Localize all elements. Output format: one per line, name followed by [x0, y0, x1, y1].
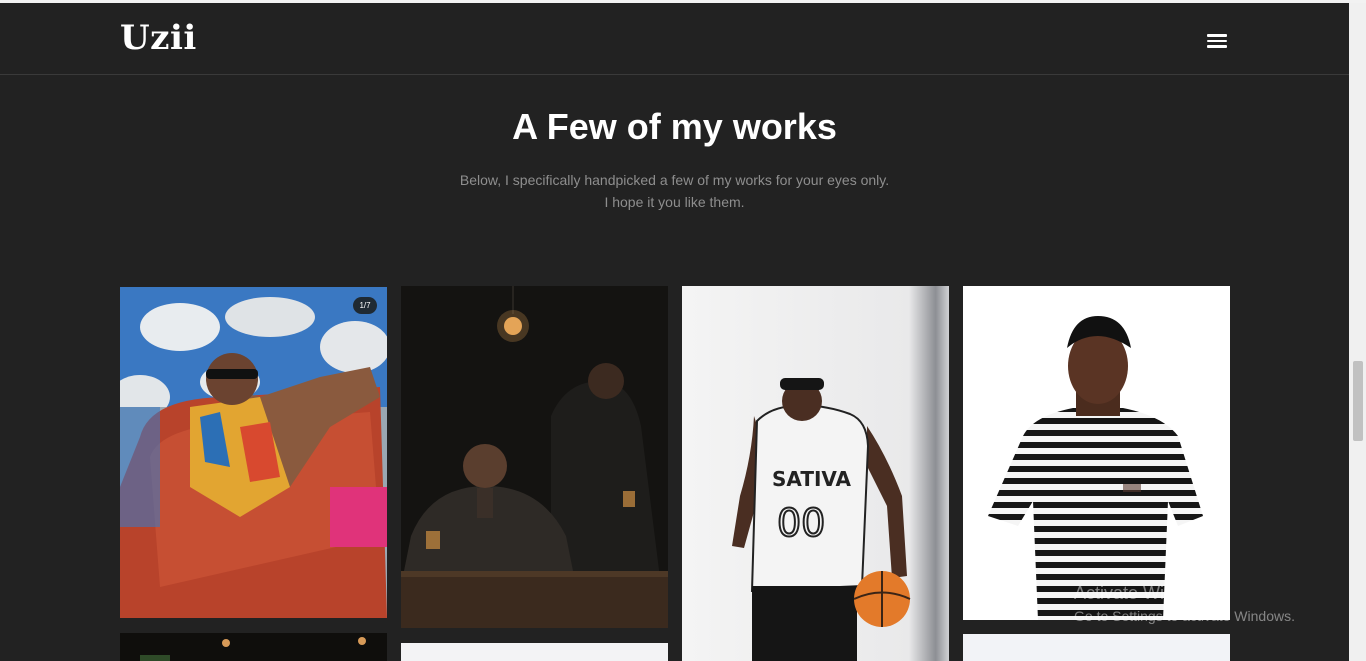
vertical-scrollbar[interactable]	[1349, 3, 1366, 661]
hamburger-menu-icon[interactable]	[1204, 31, 1230, 55]
windows-activation-text: Go to Settings to activate Windows.	[1074, 608, 1295, 624]
site-logo[interactable]: Uzii	[120, 21, 197, 55]
slide-counter-badge: 1/7	[353, 297, 377, 314]
section-subtitle-line2: I hope it you like them.	[604, 194, 745, 210]
gallery-photo-armchair	[120, 287, 387, 618]
gallery-item-5[interactable]	[120, 633, 387, 661]
section-title: A Few of my works	[512, 106, 837, 147]
gallery-item-6[interactable]	[401, 643, 668, 661]
navbar: Uzii	[0, 3, 1349, 75]
gallery-item-8[interactable]	[963, 634, 1230, 661]
svg-text:SATIVA: SATIVA	[772, 467, 852, 491]
gallery-item-4[interactable]	[963, 286, 1230, 620]
scrollbar-thumb[interactable]	[1353, 361, 1363, 441]
gallery-photo-peek-4	[963, 634, 1230, 661]
windows-activation-title: Activate Windows	[1074, 583, 1217, 603]
section-subtitle-line1: Below, I specifically handpicked a few o…	[459, 172, 890, 188]
gallery-photo-striped	[963, 286, 1230, 620]
gallery-item-3[interactable]: SATIVA 00	[682, 286, 949, 661]
gallery-photo-suits	[401, 286, 668, 628]
gallery-photo-peek-2	[401, 643, 668, 661]
gallery-item-1[interactable]: 1/7	[120, 287, 387, 618]
svg-text:00: 00	[777, 501, 825, 545]
gallery-photo-peek	[120, 633, 387, 661]
gallery-item-2[interactable]	[401, 286, 668, 628]
page: Uzii A Few of my works Below, I specific…	[0, 3, 1349, 661]
gallery-photo-jersey: SATIVA 00	[682, 286, 949, 661]
